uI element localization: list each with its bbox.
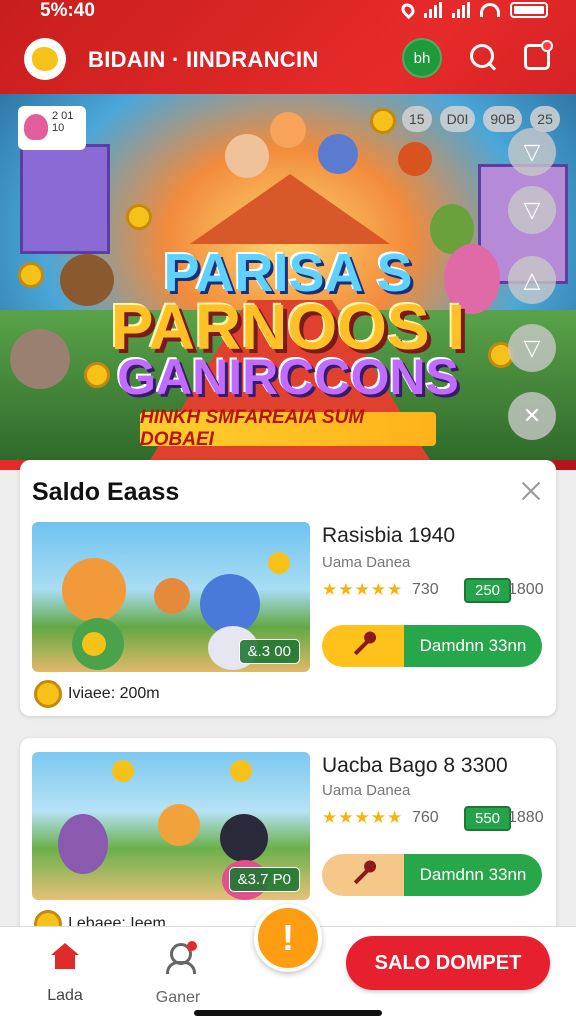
thumb-character bbox=[62, 558, 126, 622]
section-title: Saldo Eaass bbox=[32, 478, 180, 506]
wifi-icon bbox=[480, 3, 500, 17]
app-title: BIDAIN · IINDRANCIN bbox=[88, 47, 319, 72]
banner-chip[interactable]: 90B bbox=[483, 106, 523, 132]
game-thumbnail[interactable]: &.3 00 bbox=[32, 522, 310, 672]
home-icon bbox=[51, 943, 79, 969]
promo-banner[interactable]: 2 01 10 15 D0I 90B 25 PARISA S PARNOOS I… bbox=[0, 94, 576, 460]
game-title[interactable]: Rasisbia 1940 bbox=[322, 524, 455, 548]
banner-chip[interactable]: 15 bbox=[402, 106, 432, 132]
nav-label-games: Ganer bbox=[155, 989, 201, 1006]
banner-character bbox=[270, 112, 306, 148]
alert-fab-button[interactable]: ! bbox=[254, 904, 322, 972]
coin-icon bbox=[370, 108, 396, 134]
search-icon[interactable] bbox=[470, 44, 498, 72]
notification-dot bbox=[541, 40, 553, 52]
signal-icon-2 bbox=[452, 2, 470, 18]
game-thumbnail[interactable]: &3.7 P0 bbox=[32, 752, 310, 900]
play-button-label: Damdnn 33nn bbox=[404, 625, 542, 667]
coin-icon bbox=[34, 680, 62, 708]
location-icon bbox=[398, 0, 418, 20]
thumb-price-badge: &.3 00 bbox=[238, 639, 300, 664]
status-icons bbox=[398, 0, 548, 20]
game-title[interactable]: Uacba Bago 8 3300 bbox=[322, 754, 508, 778]
game-card: Saldo Eaass &.3 00 Rasisbia 1940 Uama Da… bbox=[20, 460, 556, 716]
nav-item-home[interactable]: Lada bbox=[30, 943, 100, 1005]
close-icon[interactable]: ✕ bbox=[508, 392, 556, 440]
thumb-coin bbox=[112, 760, 134, 782]
thumb-character bbox=[220, 814, 268, 862]
joystick-icon bbox=[322, 854, 404, 896]
play-button[interactable]: Damdnn 33nn bbox=[322, 854, 542, 896]
nav-item-games[interactable]: Ganer bbox=[143, 941, 213, 1007]
game-subtitle: Uama Danea bbox=[322, 782, 411, 799]
rating-count: 730 bbox=[412, 581, 439, 598]
banner-roof bbox=[190, 174, 390, 244]
avatar[interactable]: bh bbox=[402, 38, 442, 78]
notification-dot bbox=[187, 941, 197, 951]
banner-mini-tile[interactable]: 2 01 10 bbox=[18, 106, 86, 150]
home-indicator[interactable] bbox=[194, 1010, 382, 1016]
footer-text: Iviaee: 200m bbox=[68, 685, 160, 702]
logo-icon bbox=[32, 47, 58, 71]
close-icon[interactable] bbox=[520, 480, 542, 502]
thumb-character bbox=[200, 574, 260, 634]
battery-icon bbox=[510, 2, 548, 18]
app-logo[interactable] bbox=[24, 38, 66, 80]
banner-character bbox=[318, 134, 358, 174]
thumb-character bbox=[154, 578, 190, 614]
price-badge: 550 bbox=[464, 806, 512, 831]
thumb-coin bbox=[230, 760, 252, 782]
signal-icon bbox=[424, 2, 442, 18]
thumb-coin bbox=[82, 632, 106, 656]
play-button-label: Damdnn 33nn bbox=[404, 854, 542, 896]
play-button[interactable]: Damdnn 33nn bbox=[322, 625, 542, 667]
old-price: 1800 bbox=[508, 581, 544, 598]
banner-chip[interactable]: D0I bbox=[439, 106, 476, 132]
joystick-icon bbox=[322, 625, 404, 667]
thumb-coin bbox=[268, 552, 290, 574]
app-header: BIDAIN · IINDRANCIN bh bbox=[0, 36, 576, 82]
chevron-down-icon[interactable]: ▽ bbox=[508, 186, 556, 234]
thumb-character bbox=[158, 804, 200, 846]
card-footer: Iviaee: 200m bbox=[34, 680, 160, 708]
rating-stars: ★★★★★ bbox=[322, 580, 404, 599]
chevron-up-icon[interactable]: △ bbox=[508, 256, 556, 304]
thumb-price-badge: &3.7 P0 bbox=[228, 867, 300, 892]
chevron-down-icon[interactable]: ▽ bbox=[508, 324, 556, 372]
game-subtitle: Uama Danea bbox=[322, 554, 411, 571]
rating-count: 760 bbox=[412, 809, 439, 826]
status-time: 5%:40 bbox=[40, 0, 95, 21]
coin-icon bbox=[126, 204, 152, 230]
price-badge: 250 bbox=[464, 578, 512, 603]
wallet-button[interactable]: SALO DOMPET bbox=[346, 936, 550, 990]
rating-stars: ★★★★★ bbox=[322, 808, 404, 827]
status-bar: 5%:40 bbox=[0, 0, 576, 26]
thumb-character bbox=[58, 814, 108, 874]
old-price: 1880 bbox=[508, 809, 544, 826]
banner-subtitle: HINKH SMFAREAIA SUM DOBAEI bbox=[140, 407, 436, 450]
chevron-down-icon[interactable]: ▽ bbox=[508, 128, 556, 176]
banner-ball bbox=[398, 142, 432, 176]
banner-house-left bbox=[20, 144, 110, 254]
nav-label-home: Lada bbox=[47, 987, 83, 1004]
banner-character bbox=[225, 134, 269, 178]
banner-title-line-3: GANIRCCONS bbox=[117, 349, 459, 405]
